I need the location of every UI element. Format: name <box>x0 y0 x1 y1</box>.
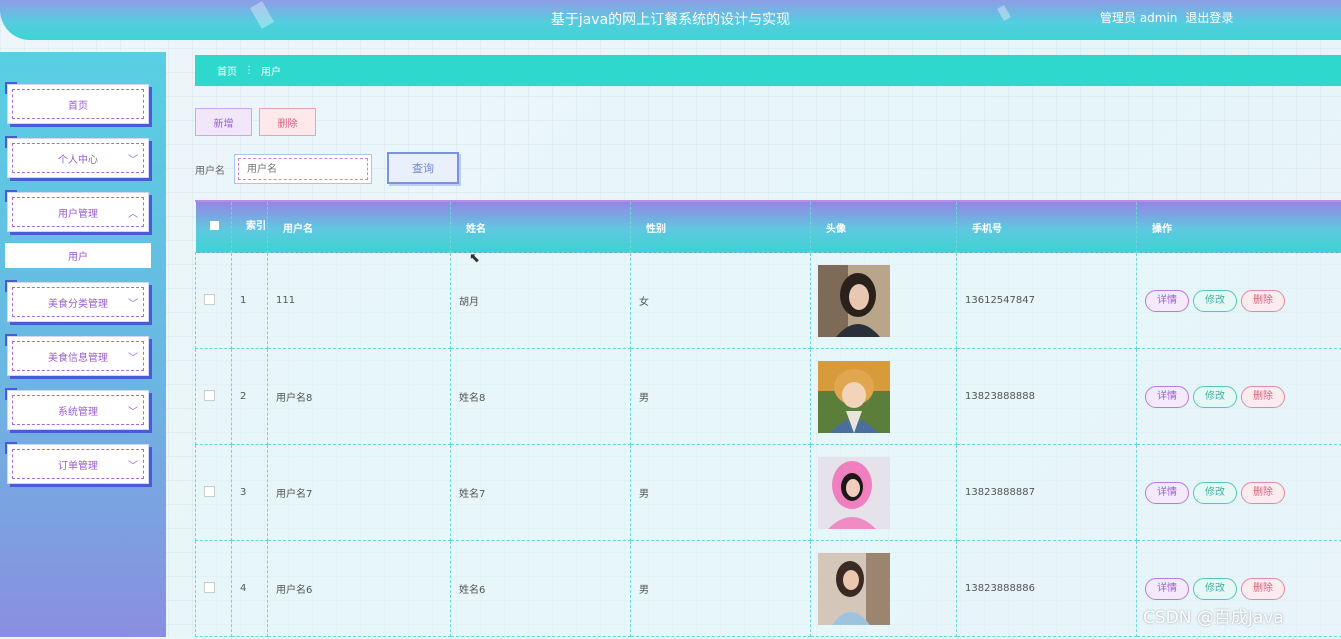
delete-button[interactable]: 删除 <box>1241 386 1285 408</box>
sidebar-item-home[interactable]: 首页 <box>7 84 149 124</box>
cell-name: 姓名8 <box>451 349 631 445</box>
sidebar-item-food-info[interactable]: 美食信息管理 ﹀ <box>7 336 149 376</box>
sidebar-item-label: 个人中心 <box>12 143 144 173</box>
row-checkbox[interactable] <box>196 541 232 637</box>
cell-actions: 详情修改删除 <box>1137 253 1341 349</box>
breadcrumb: 首页 ⋮ 用户 <box>195 55 1341 86</box>
edit-button[interactable]: 修改 <box>1193 386 1237 408</box>
chevron-up-icon: ︿ <box>128 205 138 220</box>
cell-index: 3 <box>232 445 268 541</box>
column-header-name: 姓名 <box>451 202 631 253</box>
cell-phone: 13823888888 <box>957 349 1137 445</box>
column-header-index: 索引 <box>232 202 268 253</box>
current-user: 管理员 admin <box>1100 11 1177 25</box>
search-button[interactable]: 查询 <box>387 152 459 184</box>
batch-delete-button[interactable]: 删除 <box>259 108 316 136</box>
avatar <box>818 457 890 529</box>
column-header-username: 用户名 <box>268 202 451 253</box>
sidebar-item-user-management[interactable]: 用户管理 ︿ <box>7 192 149 232</box>
column-header-gender: 性别 <box>631 202 811 253</box>
edit-button[interactable]: 修改 <box>1193 290 1237 312</box>
sidebar-item-label: 用户管理 <box>12 197 144 227</box>
chevron-down-icon: ﹀ <box>128 151 138 166</box>
sidebar-item-personal-center[interactable]: 个人中心 ﹀ <box>7 138 149 178</box>
cell-username: 111 <box>268 253 451 349</box>
sidebar: 首页 个人中心 ﹀ 用户管理 ︿ 用户 美食分类管理 ﹀ 美食信息管理 ﹀ 系统… <box>0 52 166 637</box>
user-box: 管理员 admin 退出登录 <box>1100 9 1241 26</box>
sidebar-item-label: 系统管理 <box>12 395 144 425</box>
cell-avatar <box>811 445 957 541</box>
column-header-actions: 操作 <box>1137 202 1341 253</box>
cell-gender: 男 <box>631 445 811 541</box>
breadcrumb-home[interactable]: 首页 <box>217 63 237 78</box>
breadcrumb-separator-icon: ⋮ <box>244 65 254 76</box>
cell-gender: 男 <box>631 541 811 637</box>
column-header-avatar: 头像 <box>811 202 957 253</box>
cell-username: 用户名8 <box>268 349 451 445</box>
top-header: 基于java的网上订餐系统的设计与实现 管理员 admin退出登录 <box>0 0 1341 40</box>
sidebar-item-food-category[interactable]: 美食分类管理 ﹀ <box>7 282 149 322</box>
delete-button[interactable]: 删除 <box>1241 578 1285 600</box>
detail-button[interactable]: 详情 <box>1145 578 1189 600</box>
chevron-down-icon: ﹀ <box>128 295 138 310</box>
row-checkbox[interactable] <box>196 253 232 349</box>
column-header-phone: 手机号 <box>957 202 1137 253</box>
avatar <box>818 265 890 337</box>
table-row: 3 用户名7 姓名7 男 13823888887 详情修改删除 <box>196 445 1341 541</box>
cell-name: 胡月 <box>451 253 631 349</box>
select-all-checkbox[interactable] <box>196 202 232 253</box>
table-row: 2 用户名8 姓名8 男 13823888888 详情修改删除 <box>196 349 1341 445</box>
sidebar-item-label: 首页 <box>12 89 144 119</box>
edit-button[interactable]: 修改 <box>1193 482 1237 504</box>
detail-button[interactable]: 详情 <box>1145 290 1189 312</box>
sidebar-subitem-user[interactable]: 用户 <box>5 243 151 268</box>
cell-username: 用户名7 <box>268 445 451 541</box>
cell-name: 姓名6 <box>451 541 631 637</box>
chevron-down-icon: ﹀ <box>128 457 138 472</box>
username-search-input[interactable] <box>238 158 368 180</box>
sidebar-item-label: 美食信息管理 <box>12 341 144 371</box>
cell-actions: 详情修改删除 <box>1137 349 1341 445</box>
cell-avatar <box>811 253 957 349</box>
sidebar-item-label: 订单管理 <box>12 449 144 479</box>
row-checkbox[interactable] <box>196 349 232 445</box>
cell-gender: 男 <box>631 349 811 445</box>
sidebar-item-orders[interactable]: 订单管理 ﹀ <box>7 444 149 484</box>
search-input-wrapper <box>234 154 372 184</box>
edit-button[interactable]: 修改 <box>1193 578 1237 600</box>
watermark: CSDN @百成Java <box>1143 603 1284 628</box>
cell-avatar <box>811 541 957 637</box>
detail-button[interactable]: 详情 <box>1145 386 1189 408</box>
avatar <box>818 553 890 625</box>
cell-phone: 13823888887 <box>957 445 1137 541</box>
breadcrumb-current: 用户 <box>261 63 281 78</box>
cell-index: 4 <box>232 541 268 637</box>
delete-button[interactable]: 删除 <box>1241 482 1285 504</box>
user-table: 索引 用户名 姓名 性别 头像 手机号 操作 1 111 胡月 女 <box>195 200 1341 639</box>
search-label: 用户名 <box>195 162 225 177</box>
cell-phone: 13612547847 <box>957 253 1137 349</box>
table-row: 1 111 胡月 女 13612547847 详情修改删除 <box>196 253 1341 349</box>
add-button[interactable]: 新增 <box>195 108 252 136</box>
chevron-down-icon: ﹀ <box>128 349 138 364</box>
detail-button[interactable]: 详情 <box>1145 482 1189 504</box>
mouse-cursor-icon: ⬉ <box>469 251 480 266</box>
cell-username: 用户名6 <box>268 541 451 637</box>
logout-link[interactable]: 退出登录 <box>1185 11 1233 25</box>
avatar <box>818 361 890 433</box>
table-header-row: 索引 用户名 姓名 性别 头像 手机号 操作 <box>196 202 1341 253</box>
cell-index: 1 <box>232 253 268 349</box>
cell-avatar <box>811 349 957 445</box>
cell-gender: 女 <box>631 253 811 349</box>
delete-button[interactable]: 删除 <box>1241 290 1285 312</box>
cell-name: 姓名7 <box>451 445 631 541</box>
cell-index: 2 <box>232 349 268 445</box>
cell-actions: 详情修改删除 <box>1137 445 1341 541</box>
sidebar-item-system[interactable]: 系统管理 ﹀ <box>7 390 149 430</box>
chevron-down-icon: ﹀ <box>128 403 138 418</box>
cell-phone: 13823888886 <box>957 541 1137 637</box>
row-checkbox[interactable] <box>196 445 232 541</box>
sidebar-item-label: 美食分类管理 <box>12 287 144 317</box>
